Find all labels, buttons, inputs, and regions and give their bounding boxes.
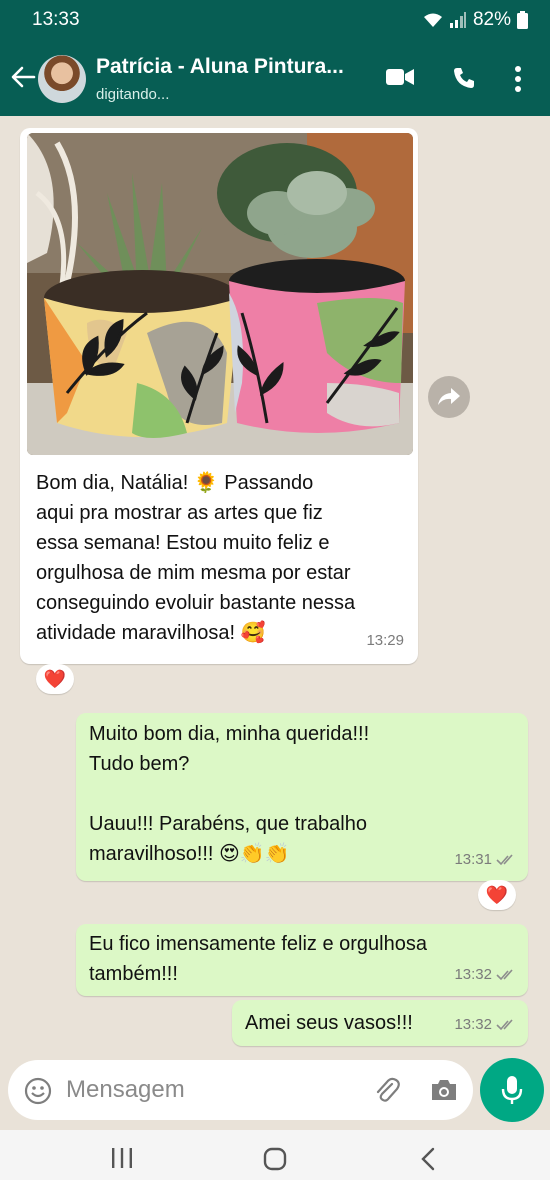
back-arrow-icon[interactable] xyxy=(10,64,36,90)
reaction-emoji: ❤️ xyxy=(43,668,67,689)
message-line: Amei seus vasos!!! xyxy=(245,1012,413,1034)
signal-icon xyxy=(449,12,466,28)
message-time: 13:29 xyxy=(366,626,404,656)
message-text: Amei seus vasos!!! xyxy=(245,1008,413,1038)
forward-icon xyxy=(438,388,460,405)
message-text: Bom dia, Natália! 🌻 Passando aqui pra mo… xyxy=(36,468,408,648)
message-line: Muito bom dia, minha querida!!! xyxy=(89,723,370,745)
message-time-text: 13:29 xyxy=(366,632,404,649)
wifi-icon xyxy=(423,13,442,27)
message-line: Bom dia, Natália! 🌻 Passando xyxy=(36,472,314,494)
read-ticks-icon xyxy=(496,1019,513,1031)
status-time: 13:33 xyxy=(32,9,80,30)
message-line: aqui pra mostrar as artes que fiz xyxy=(36,502,323,524)
message-text: Muito bom dia, minha querida!!! Tudo bem… xyxy=(89,719,509,869)
app-header: 13:33 82% Patrícia - Aluna Pintura... di… xyxy=(0,0,550,116)
message-composer xyxy=(8,1060,473,1120)
message-input[interactable] xyxy=(66,1070,346,1110)
avatar[interactable] xyxy=(38,55,86,103)
message-time-text: 13:31 xyxy=(454,851,492,868)
message-line: maravilhoso!!! 😍👏👏 xyxy=(89,843,290,865)
phone-icon[interactable] xyxy=(452,66,476,90)
read-ticks-icon xyxy=(496,969,513,981)
message-line: essa semana! Estou muito feliz e xyxy=(36,532,330,554)
message-line: Tudo bem? xyxy=(89,753,190,775)
camera-icon[interactable] xyxy=(430,1078,458,1102)
message-time: 13:32 xyxy=(454,1010,516,1040)
read-ticks-icon xyxy=(496,854,513,866)
message-bubble-outgoing[interactable]: Muito bom dia, minha querida!!! Tudo bem… xyxy=(76,713,528,881)
recent-apps-icon[interactable] xyxy=(110,1148,134,1168)
photo-plant-pots xyxy=(27,133,413,455)
message-bubble-incoming[interactable]: Bom dia, Natália! 🌻 Passando aqui pra mo… xyxy=(20,128,418,664)
message-line: conseguindo evoluir bastante nessa xyxy=(36,592,356,614)
message-time-text: 13:32 xyxy=(454,966,492,983)
message-line: Eu fico imensamente feliz e orgulhosa xyxy=(89,933,427,955)
home-icon[interactable] xyxy=(263,1147,287,1171)
message-line: atividade maravilhosa! 🥰 xyxy=(36,622,266,644)
message-reaction[interactable]: ❤️ xyxy=(36,664,74,694)
attach-icon[interactable] xyxy=(374,1076,400,1104)
battery-percent: 82% xyxy=(472,9,511,30)
contact-status: digitando... xyxy=(96,86,170,103)
more-vert-icon[interactable] xyxy=(514,66,522,92)
status-indicators: 82% xyxy=(423,9,528,31)
reaction-emoji: ❤️ xyxy=(485,884,509,905)
mic-button[interactable] xyxy=(480,1058,544,1122)
battery-icon xyxy=(517,11,528,29)
message-time: 13:31 xyxy=(454,845,516,875)
message-bubble-outgoing[interactable]: Eu fico imensamente feliz e orgulhosa ta… xyxy=(76,924,528,996)
message-line: Uauu!!! Parabéns, que trabalho xyxy=(89,813,367,835)
status-bar: 13:33 82% xyxy=(0,0,550,40)
message-photo[interactable] xyxy=(27,133,413,455)
system-navigation-bar xyxy=(0,1130,550,1180)
message-line xyxy=(89,779,509,809)
message-time-text: 13:32 xyxy=(454,1016,492,1033)
contact-name[interactable]: Patrícia - Aluna Pintura... xyxy=(96,55,371,79)
mic-icon xyxy=(501,1076,523,1104)
forward-button[interactable] xyxy=(428,376,470,418)
message-bubble-outgoing[interactable]: Amei seus vasos!!! 13:32 xyxy=(232,1000,528,1046)
message-reaction[interactable]: ❤️ xyxy=(478,880,516,910)
emoji-icon[interactable] xyxy=(24,1077,52,1105)
message-line: orgulhosa de mim mesma por estar xyxy=(36,562,351,584)
message-time: 13:32 xyxy=(454,960,516,990)
video-call-icon[interactable] xyxy=(386,66,414,88)
back-icon[interactable] xyxy=(420,1147,436,1171)
